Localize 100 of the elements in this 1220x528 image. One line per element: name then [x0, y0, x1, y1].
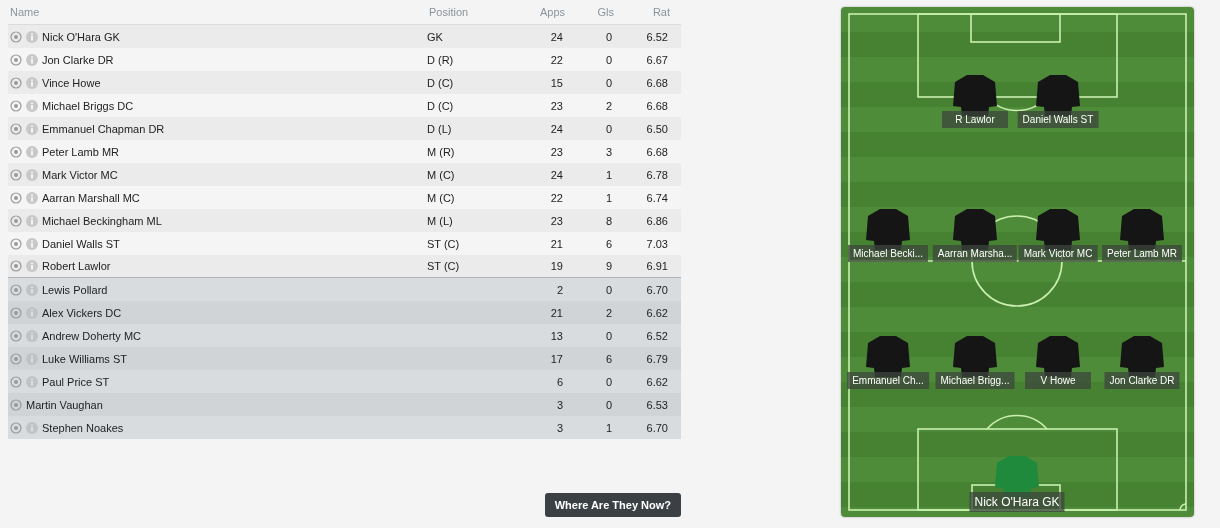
player-name[interactable]: Michael Beckingham ML — [42, 214, 162, 227]
goals-cell-text: 1 — [604, 191, 612, 204]
player-row[interactable]: Luke Williams ST 17 6 6.79 — [8, 347, 681, 370]
info-icon[interactable] — [26, 283, 38, 296]
info-icon[interactable] — [26, 306, 38, 319]
player-name[interactable]: Nick O'Hara GK — [42, 30, 120, 43]
player-name[interactable]: Aarran Marshall MC — [42, 191, 140, 204]
where-are-they-now-button[interactable]: Where Are They Now? — [544, 493, 681, 517]
player-row[interactable]: Vince Howe D (C) 15 0 6.68 — [8, 71, 681, 94]
target-icon[interactable] — [10, 122, 22, 135]
target-icon[interactable] — [10, 145, 22, 158]
rating-cell-text: 6.52 — [645, 30, 668, 43]
player-label[interactable]: Jon Clarke DR — [1104, 372, 1180, 389]
player-row[interactable]: Lewis Pollard 2 0 6.70 — [8, 278, 681, 301]
rating-cell-text: 6.91 — [645, 260, 668, 272]
player-name[interactable]: Daniel Walls ST — [42, 237, 120, 250]
player-row[interactable]: Emmanuel Chapman DR D (L) 24 0 6.50 — [8, 117, 681, 140]
player-name[interactable]: Alex Vickers DC — [42, 306, 122, 319]
player-name[interactable]: Peter Lamb MR — [42, 145, 120, 158]
info-icon[interactable] — [26, 191, 38, 204]
info-icon[interactable] — [26, 30, 38, 43]
player-name[interactable]: Emmanuel Chapman DR — [42, 122, 165, 135]
target-icon[interactable] — [10, 352, 22, 365]
goals-cell-text: 6 — [604, 237, 612, 250]
target-icon[interactable] — [10, 168, 22, 181]
info-icon[interactable] — [26, 260, 38, 272]
rating-cell-text: 6.74 — [645, 191, 668, 204]
target-icon[interactable] — [10, 398, 22, 411]
player-row[interactable]: Paul Price ST 6 0 6.62 — [8, 370, 681, 393]
position-cell-text: D (L) — [427, 122, 453, 135]
player-row[interactable]: Mark Victor MC M (C) 24 1 6.78 — [8, 163, 681, 186]
apps-cell-text: 17 — [549, 352, 563, 365]
goals-cell-text: 0 — [604, 76, 612, 89]
info-icon[interactable] — [26, 53, 38, 66]
goals-cell-text: 0 — [604, 30, 612, 43]
player-label[interactable]: Mark Victor MC — [1018, 245, 1098, 262]
player-label[interactable]: Aarran Marsha... — [932, 245, 1018, 262]
rating-cell-text: 6.62 — [645, 306, 668, 319]
target-icon[interactable] — [10, 30, 22, 43]
goals-cell-text: 8 — [604, 214, 612, 227]
player-label[interactable]: Michael Becki... — [848, 245, 928, 262]
player-name[interactable]: Mark Victor MC — [42, 168, 118, 181]
player-row[interactable]: Robert Lawlor ST (C) 19 9 6.91 — [8, 255, 681, 278]
player-name[interactable]: Michael Briggs DC — [42, 99, 134, 112]
player-label[interactable]: Peter Lamb MR — [1102, 245, 1182, 262]
player-row[interactable]: Michael Beckingham ML M (L) 23 8 6.86 — [8, 209, 681, 232]
goals-cell-text: 6 — [604, 352, 612, 365]
player-label[interactable]: R Lawlor — [942, 111, 1008, 128]
info-icon[interactable] — [26, 99, 38, 112]
target-icon[interactable] — [10, 191, 22, 204]
info-icon[interactable] — [26, 421, 38, 434]
target-icon[interactable] — [10, 421, 22, 434]
info-icon[interactable] — [26, 352, 38, 365]
target-icon[interactable] — [10, 260, 22, 272]
rating-cell-text: 6.53 — [645, 398, 668, 411]
goals-cell-text: 2 — [604, 99, 612, 112]
player-label[interactable]: Michael Brigg... — [935, 372, 1015, 389]
rating-cell-text: 6.68 — [645, 76, 668, 89]
player-label[interactable]: V Howe — [1025, 372, 1091, 389]
apps-cell-text: 3 — [555, 421, 563, 434]
goals-cell-text: 9 — [604, 260, 612, 272]
player-name[interactable]: Martin Vaughan — [26, 398, 103, 411]
target-icon[interactable] — [10, 306, 22, 319]
player-name[interactable]: Paul Price ST — [42, 375, 110, 388]
player-row[interactable]: Alex Vickers DC 21 2 6.62 — [8, 301, 681, 324]
rating-cell-text: 6.70 — [645, 283, 668, 296]
player-row[interactable]: Andrew Doherty MC 13 0 6.52 — [8, 324, 681, 347]
target-icon[interactable] — [10, 283, 22, 296]
player-row[interactable]: Nick O'Hara GK GK 24 0 6.52 — [8, 25, 681, 48]
info-icon[interactable] — [26, 214, 38, 227]
position-cell-text: M (R) — [427, 145, 456, 158]
position-cell-text: M (C) — [427, 191, 456, 204]
info-icon[interactable] — [26, 168, 38, 181]
target-icon[interactable] — [10, 329, 22, 342]
info-icon[interactable] — [26, 375, 38, 388]
player-row[interactable]: Stephen Noakes 3 1 6.70 — [8, 416, 681, 439]
info-icon[interactable] — [26, 122, 38, 135]
player-name[interactable]: Luke Williams ST — [42, 352, 127, 365]
player-label[interactable]: Emmanuel Ch... — [847, 372, 929, 389]
player-name[interactable]: Stephen Noakes — [42, 421, 124, 434]
target-icon[interactable] — [10, 237, 22, 250]
target-icon[interactable] — [10, 53, 22, 66]
rating-cell-text: 6.86 — [645, 214, 668, 227]
player-name[interactable]: Jon Clarke DR — [42, 53, 114, 66]
player-label[interactable]: Nick O'Hara GK — [969, 492, 1065, 512]
player-name[interactable]: Vince Howe — [42, 76, 101, 89]
info-icon[interactable] — [26, 76, 38, 89]
player-name[interactable]: Andrew Doherty MC — [42, 329, 142, 342]
target-icon[interactable] — [10, 375, 22, 388]
player-name[interactable]: Lewis Pollard — [42, 283, 108, 296]
player-name[interactable]: Robert Lawlor — [42, 260, 111, 272]
target-icon[interactable] — [10, 99, 22, 112]
info-icon[interactable] — [26, 145, 38, 158]
player-label[interactable]: Daniel Walls ST — [1017, 111, 1099, 128]
apps-cell-text: 22 — [549, 191, 563, 204]
player-row[interactable]: Martin Vaughan 3 0 6.53 — [8, 393, 681, 416]
target-icon[interactable] — [10, 214, 22, 227]
info-icon[interactable] — [26, 237, 38, 250]
info-icon[interactable] — [26, 329, 38, 342]
target-icon[interactable] — [10, 76, 22, 89]
